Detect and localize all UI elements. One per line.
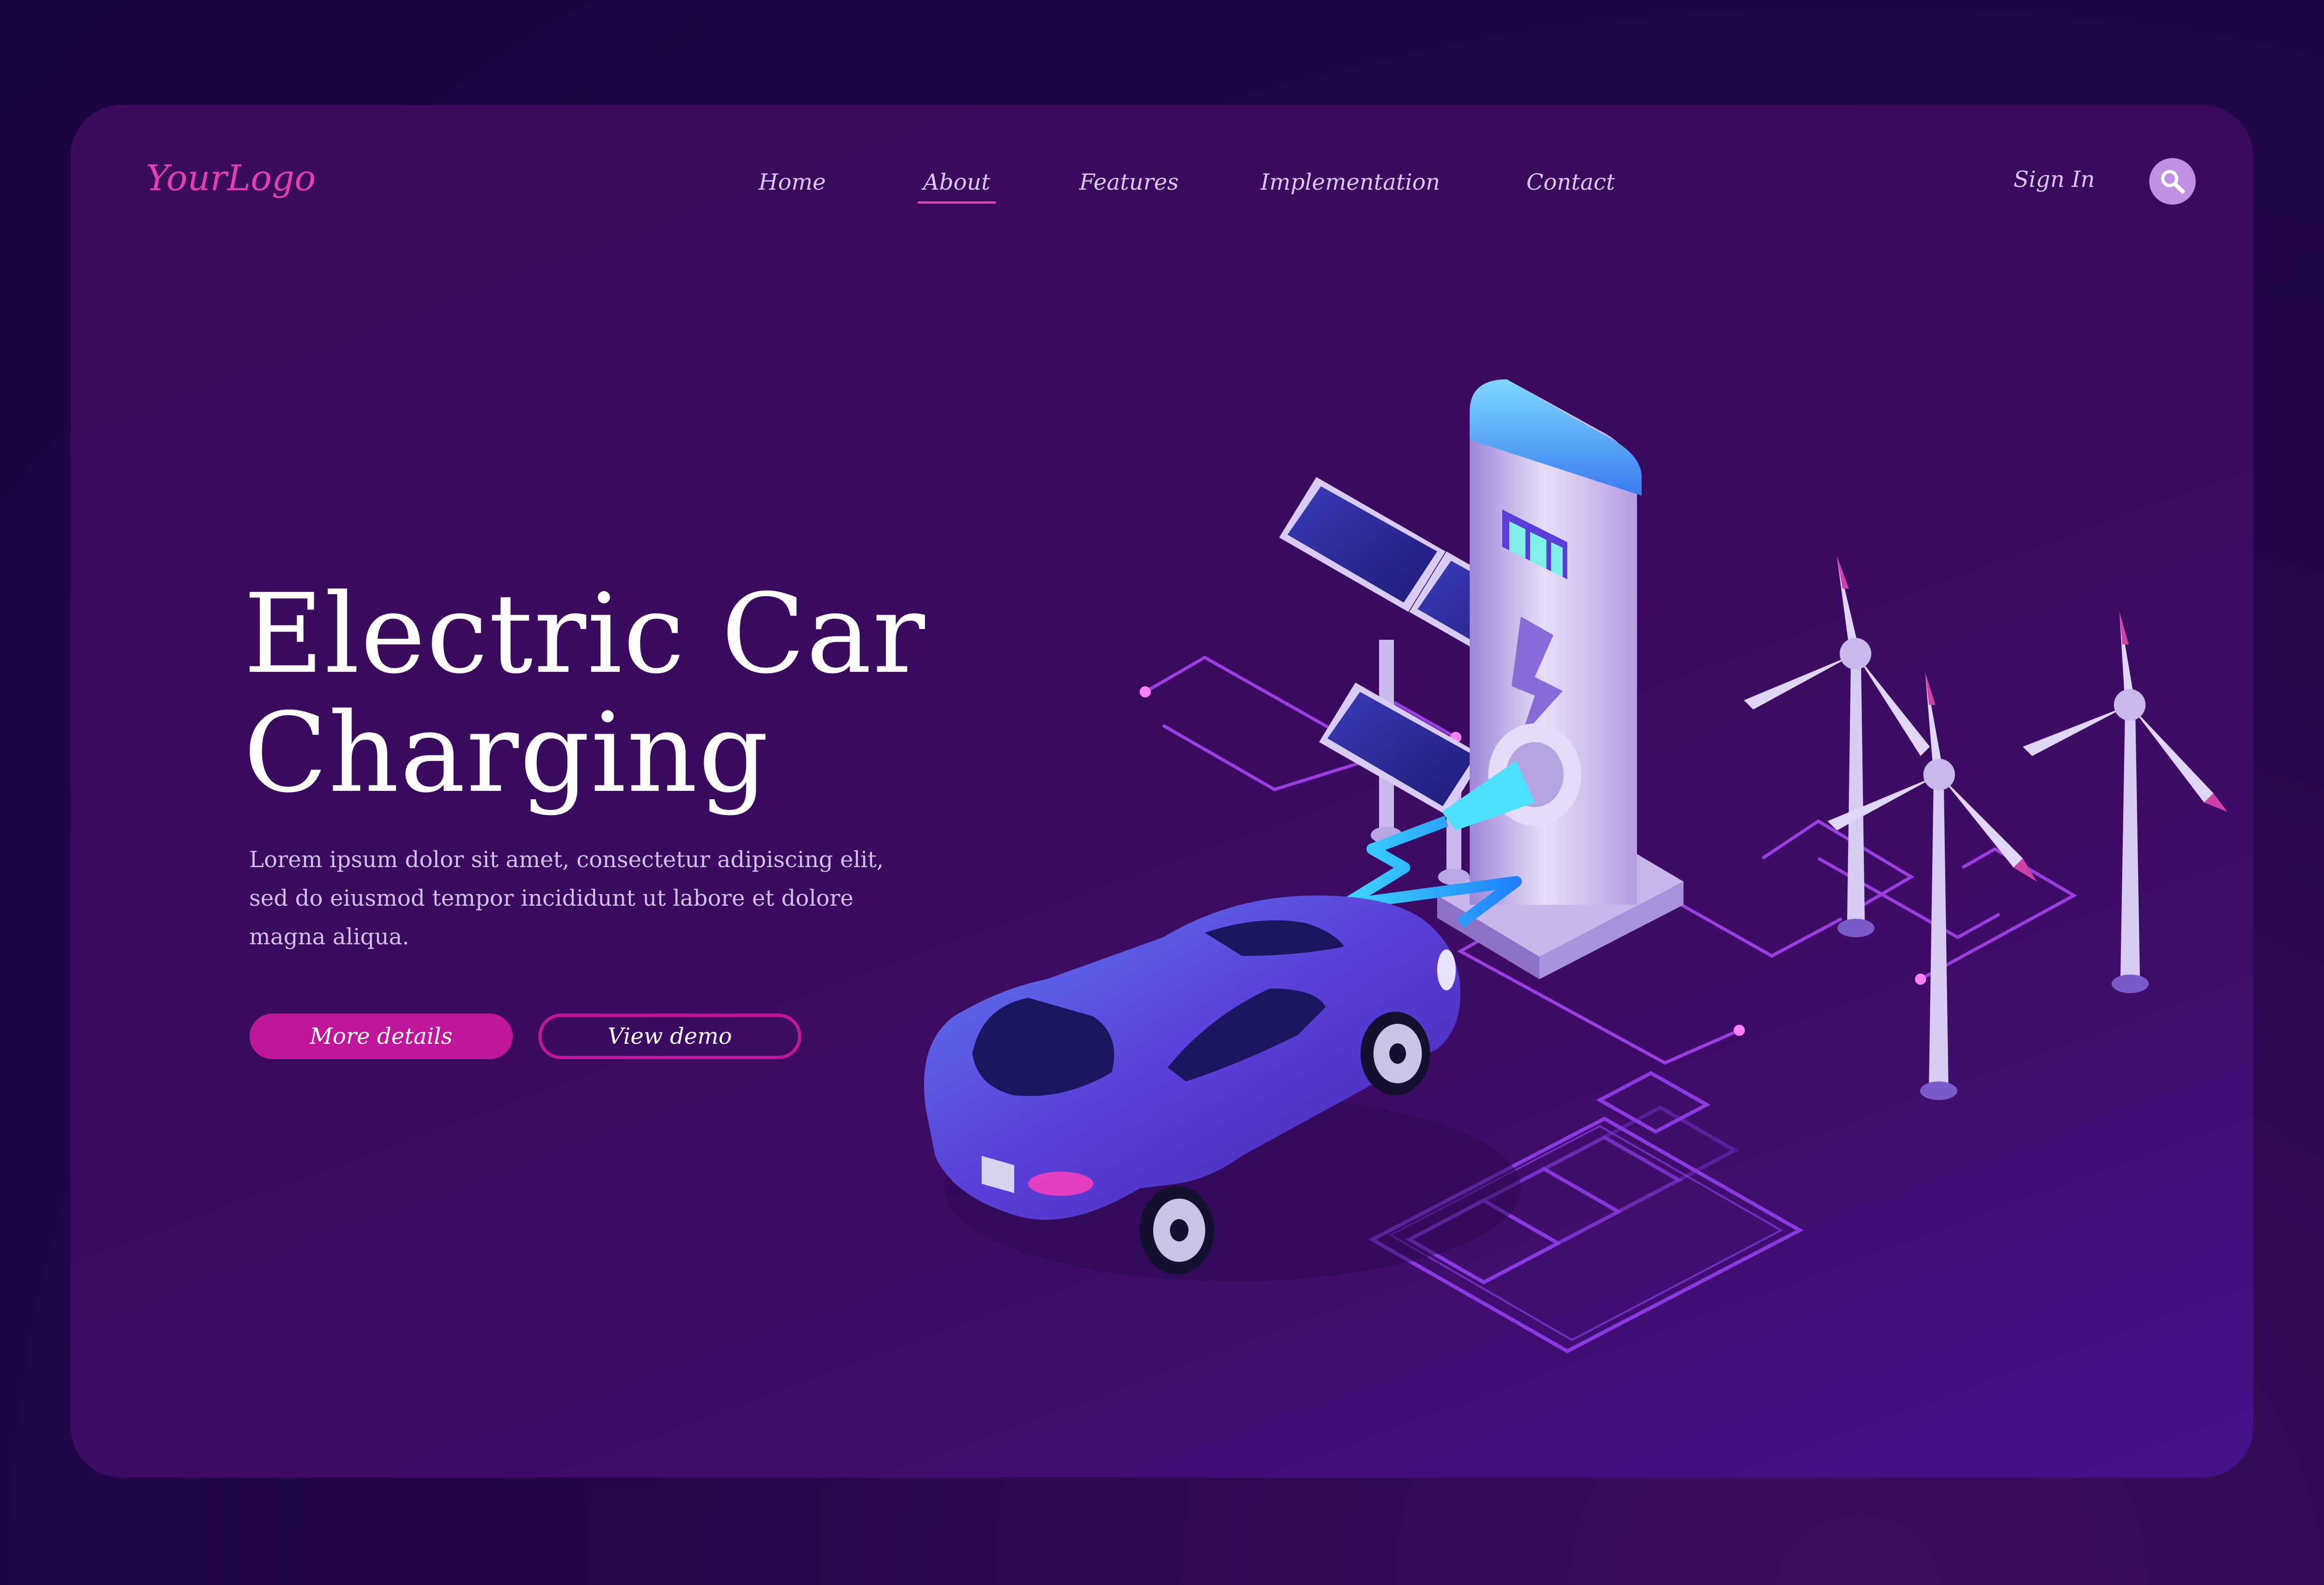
car-wheel: [1360, 1012, 1430, 1095]
landing-card: YourLogo Home About Features Implementat…: [71, 105, 2253, 1478]
ev-charging-illustration: [924, 379, 2227, 1353]
electric-car: [924, 895, 1521, 1281]
car-wheel: [1140, 1186, 1214, 1274]
wind-turbines: [1744, 556, 2227, 1100]
wind-turbine: [2023, 612, 2227, 993]
wind-turbine: [1744, 556, 1930, 937]
solar-panel: [1319, 683, 1484, 885]
